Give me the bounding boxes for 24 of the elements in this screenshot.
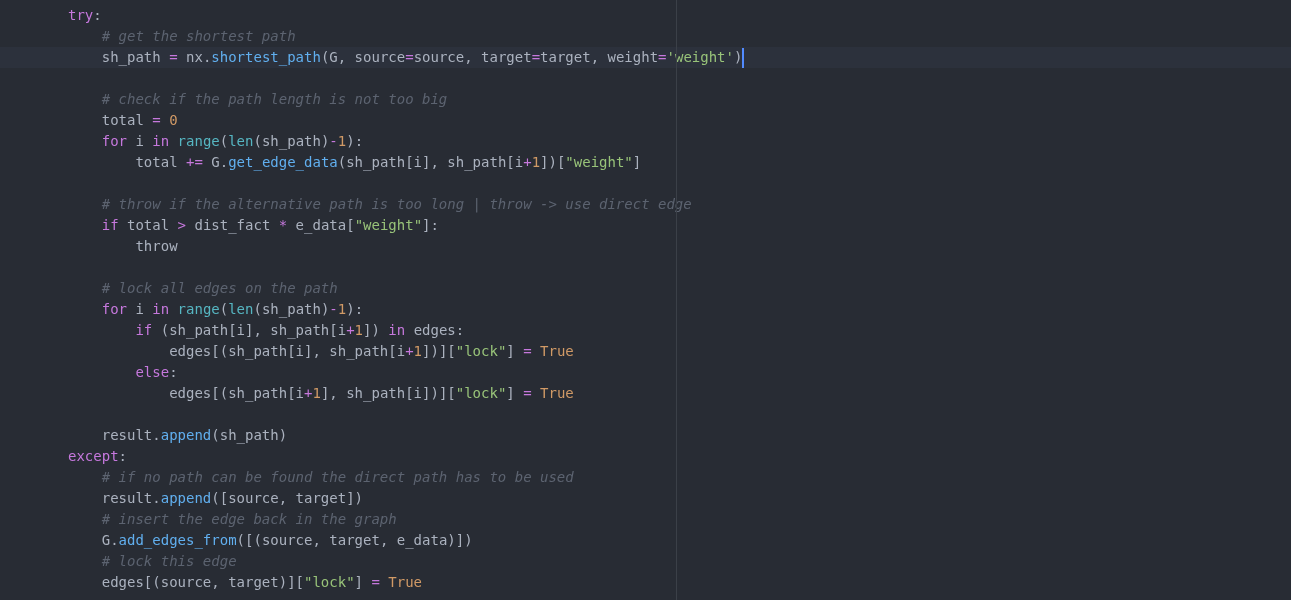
code-line: edges[(sh_path[i], sh_path[i+1])]["lock"] = True (168, 342, 574, 362)
code-line: for i in range(len(sh_path)-1): (100, 300, 364, 320)
code-line: # lock all edges on the path (100, 279, 338, 298)
code-line: sh_path = nx.shortest_path(G, source=source, target=target, weight='weight') (100, 48, 743, 68)
code-line: else: (134, 363, 178, 382)
code-line: edges[(sh_path[i+1], sh_path[i])]["lock"] = True (168, 384, 574, 404)
code-line: except: (68, 447, 127, 466)
code-line: # if no path can be found the direct path has to be used (100, 468, 574, 487)
code-line: total += G.get_edge_data(sh_path[i], sh_path[i+1])["weight"] (134, 153, 642, 173)
code-line: throw (134, 237, 178, 256)
code-line: G.add_edges_from([(source, target, e_data)]) (100, 531, 473, 551)
code-line: # check if the path length is not too big (100, 90, 448, 109)
code-line: if (sh_path[i], sh_path[i+1]) in edges: (134, 321, 465, 341)
code-line: result.append(sh_path) (100, 426, 288, 446)
code-line: for i in range(len(sh_path)-1): (100, 132, 364, 152)
text-cursor-icon (742, 47, 745, 68)
code-line: try: (68, 6, 102, 25)
code-line: result.append([source, target]) (100, 489, 363, 508)
code-line: total = 0 (100, 111, 178, 130)
code-line: # insert the edge back in the graph (100, 510, 397, 529)
code-line: edges[(source, target)]["lock"] = True (100, 573, 423, 592)
code-line: # lock this edge (100, 552, 237, 571)
code-line: if total > dist_fact * e_data["weight"]: (100, 216, 439, 236)
code-line: # get the shortest path (100, 27, 296, 46)
